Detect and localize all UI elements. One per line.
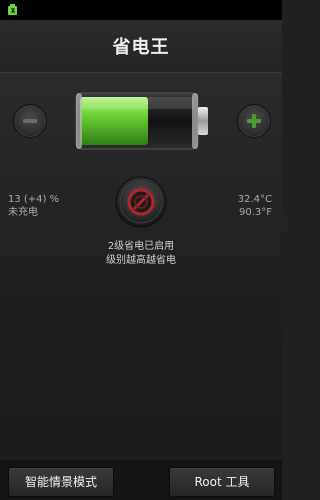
status-bar <box>0 0 282 20</box>
temperature-celsius: 32.4°C <box>237 194 272 205</box>
minus-icon <box>23 119 37 123</box>
plus-icon <box>247 114 261 128</box>
charge-state: 未充电 <box>8 207 38 218</box>
bottom-toolbar: 智能情景模式 Root 工具 <box>0 460 282 500</box>
temperature-fahrenheit: 90.3°F <box>238 207 272 218</box>
page-title: 省电王 <box>112 37 170 58</box>
power-level-hint: 级别越高越省电 <box>106 255 176 266</box>
power-level-info: 2级省电已启用 级别越高越省电 <box>0 240 282 268</box>
increase-level-button[interactable] <box>237 104 271 138</box>
power-icon <box>127 188 155 216</box>
notification-icon <box>8 4 17 15</box>
decrease-level-button[interactable] <box>13 104 47 138</box>
power-saving-toggle-button[interactable] <box>115 176 167 228</box>
title-bar: 省电王 <box>0 20 282 73</box>
battery-icon <box>75 92 208 150</box>
power-level-status: 2级省电已启用 <box>107 241 175 252</box>
temperature-status: 32.4°C 90.3°F <box>238 193 272 219</box>
root-tools-button[interactable]: Root 工具 <box>169 467 275 497</box>
charge-percent: 13 (+4) % <box>8 194 60 205</box>
smart-scene-mode-button[interactable]: 智能情景模式 <box>8 467 114 497</box>
charge-status: 13 (+4) % 未充电 <box>8 193 59 219</box>
